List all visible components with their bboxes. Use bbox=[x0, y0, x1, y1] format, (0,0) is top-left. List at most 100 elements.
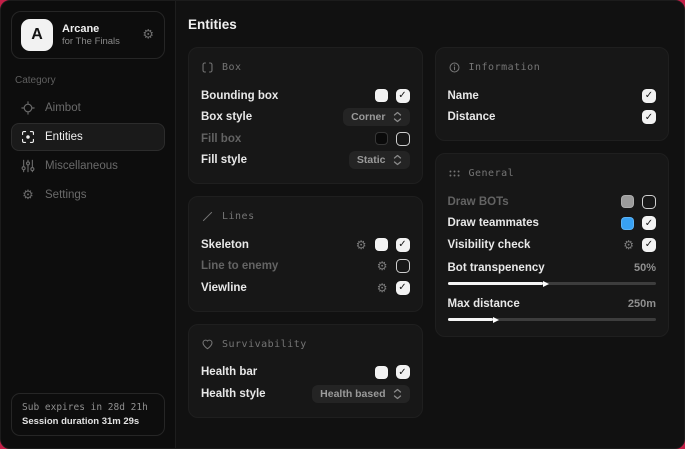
brand-subtitle: for The Finals bbox=[62, 36, 120, 47]
checkbox[interactable] bbox=[396, 281, 410, 295]
setting-row-distance: Distance bbox=[448, 107, 657, 129]
setting-row-health-bar: Health bar bbox=[201, 362, 410, 384]
sidebar-item-label: Settings bbox=[45, 189, 87, 201]
line-icon bbox=[201, 210, 214, 223]
sidebar-item-label: Miscellaneous bbox=[45, 160, 118, 172]
setting-label: Draw teammates bbox=[448, 217, 539, 229]
crosshair-icon bbox=[21, 101, 35, 115]
subscription-info-box: Sub expires in 28d 21h Session duration … bbox=[11, 393, 165, 436]
checkbox[interactable] bbox=[396, 259, 410, 273]
bot-transparency-slider[interactable] bbox=[448, 280, 657, 288]
setting-row-fill-style: Fill style Static bbox=[201, 150, 410, 172]
checkbox[interactable] bbox=[642, 195, 656, 209]
checkbox[interactable] bbox=[396, 89, 410, 103]
checkbox[interactable] bbox=[642, 238, 656, 252]
sidebar-item-entities[interactable]: Entities bbox=[11, 123, 165, 151]
box-style-dropdown[interactable]: Corner bbox=[343, 108, 409, 126]
setting-label: Draw BOTs bbox=[448, 196, 509, 208]
setting-label: Health bar bbox=[201, 366, 257, 378]
setting-row-max-distance: Max distance 250m bbox=[448, 294, 657, 314]
main-content: Entities Box Bounding box bbox=[175, 1, 684, 448]
right-column: Information Name Distance bbox=[435, 47, 670, 337]
setting-row-bounding-box: Bounding box bbox=[201, 85, 410, 107]
health-style-dropdown[interactable]: Health based bbox=[312, 385, 409, 403]
max-distance-slider[interactable] bbox=[448, 316, 657, 324]
setting-row-draw-bots: Draw BOTs bbox=[448, 191, 657, 213]
checkbox[interactable] bbox=[642, 110, 656, 124]
setting-label: Skeleton bbox=[201, 239, 249, 251]
setting-row-fill-box: Fill box bbox=[201, 128, 410, 150]
general-card: General Draw BOTs Draw teammates bbox=[435, 153, 670, 337]
checkbox[interactable] bbox=[396, 238, 410, 252]
color-swatch[interactable] bbox=[621, 195, 634, 208]
gear-icon[interactable]: ⚙ bbox=[377, 281, 388, 295]
card-title: Lines bbox=[222, 211, 255, 222]
card-title: General bbox=[469, 168, 515, 179]
color-swatch[interactable] bbox=[375, 366, 388, 379]
setting-row-draw-teammates: Draw teammates bbox=[448, 213, 657, 235]
checkbox[interactable] bbox=[396, 365, 410, 379]
card-title: Box bbox=[222, 62, 242, 73]
setting-label: Name bbox=[448, 90, 479, 102]
chevrons-up-down-icon bbox=[393, 388, 402, 400]
box-card: Box Bounding box Box style Corner bbox=[188, 47, 423, 184]
setting-label: Fill box bbox=[201, 133, 241, 145]
sliders-icon bbox=[21, 159, 35, 173]
gear-icon[interactable]: ⚙ bbox=[623, 238, 634, 252]
setting-row-skeleton: Skeleton ⚙ bbox=[201, 234, 410, 256]
slider-fill bbox=[448, 282, 544, 285]
left-column: Box Bounding box Box style Corner bbox=[188, 47, 423, 418]
sidebar-item-aimbot[interactable]: Aimbot bbox=[11, 94, 165, 122]
sub-expiry-text: Sub expires in 28d 21h bbox=[22, 402, 154, 413]
setting-label: Health style bbox=[201, 388, 266, 400]
setting-label: Bot transpenency bbox=[448, 262, 545, 274]
fill-style-dropdown[interactable]: Static bbox=[349, 151, 410, 169]
setting-label: Bounding box bbox=[201, 90, 278, 102]
survivability-card: Survivability Health bar Health style He… bbox=[188, 324, 423, 418]
chevrons-up-down-icon bbox=[393, 111, 402, 123]
card-title: Survivability bbox=[222, 339, 307, 350]
setting-row-viewline: Viewline ⚙ bbox=[201, 277, 410, 299]
checkbox[interactable] bbox=[396, 132, 410, 146]
avatar: A bbox=[21, 19, 53, 51]
sidebar-nav: Aimbot Entities Miscellaneous ⚙ Settings bbox=[11, 94, 165, 209]
setting-label: Viewline bbox=[201, 282, 247, 294]
card-title: Information bbox=[469, 62, 541, 73]
color-swatch[interactable] bbox=[375, 89, 388, 102]
checkbox[interactable] bbox=[642, 216, 656, 230]
checkbox[interactable] bbox=[642, 89, 656, 103]
setting-row-health-style: Health style Health based bbox=[201, 383, 410, 405]
setting-label: Box style bbox=[201, 111, 252, 123]
color-swatch[interactable] bbox=[375, 132, 388, 145]
lines-card: Lines Skeleton ⚙ Line to enemy ⚙ bbox=[188, 196, 423, 312]
gear-icon[interactable]: ⚙ bbox=[356, 238, 367, 252]
session-duration-text: Session duration 31m 29s bbox=[22, 416, 154, 427]
category-label: Category bbox=[15, 75, 165, 86]
sidebar-item-miscellaneous[interactable]: Miscellaneous bbox=[11, 152, 165, 180]
sidebar: A Arcane for The Finals ⚙ Category Aimbo… bbox=[1, 1, 175, 448]
color-swatch[interactable] bbox=[375, 238, 388, 251]
app-window: A Arcane for The Finals ⚙ Category Aimbo… bbox=[0, 0, 685, 449]
gear-icon[interactable]: ⚙ bbox=[377, 259, 388, 273]
slider-value: 50% bbox=[634, 262, 656, 274]
setting-row-bot-transparency: Bot transpenency 50% bbox=[448, 258, 657, 278]
color-swatch[interactable] bbox=[621, 217, 634, 230]
information-icon bbox=[448, 61, 461, 74]
page-title: Entities bbox=[188, 17, 669, 32]
slider-fill bbox=[448, 318, 494, 321]
sidebar-item-label: Entities bbox=[45, 131, 83, 143]
information-card: Information Name Distance bbox=[435, 47, 670, 141]
general-icon bbox=[448, 167, 461, 180]
brand-gear-icon[interactable]: ⚙ bbox=[142, 28, 154, 43]
setting-row-box-style: Box style Corner bbox=[201, 107, 410, 129]
setting-row-name: Name bbox=[448, 85, 657, 107]
gear-icon: ⚙ bbox=[21, 189, 35, 202]
setting-label: Fill style bbox=[201, 154, 247, 166]
slider-value: 250m bbox=[628, 298, 656, 310]
setting-label: Max distance bbox=[448, 298, 520, 310]
scan-icon bbox=[21, 130, 35, 144]
survivability-icon bbox=[201, 338, 214, 351]
sidebar-item-settings[interactable]: ⚙ Settings bbox=[11, 181, 165, 209]
setting-row-line-to-enemy: Line to enemy ⚙ bbox=[201, 256, 410, 278]
setting-label: Line to enemy bbox=[201, 260, 278, 272]
